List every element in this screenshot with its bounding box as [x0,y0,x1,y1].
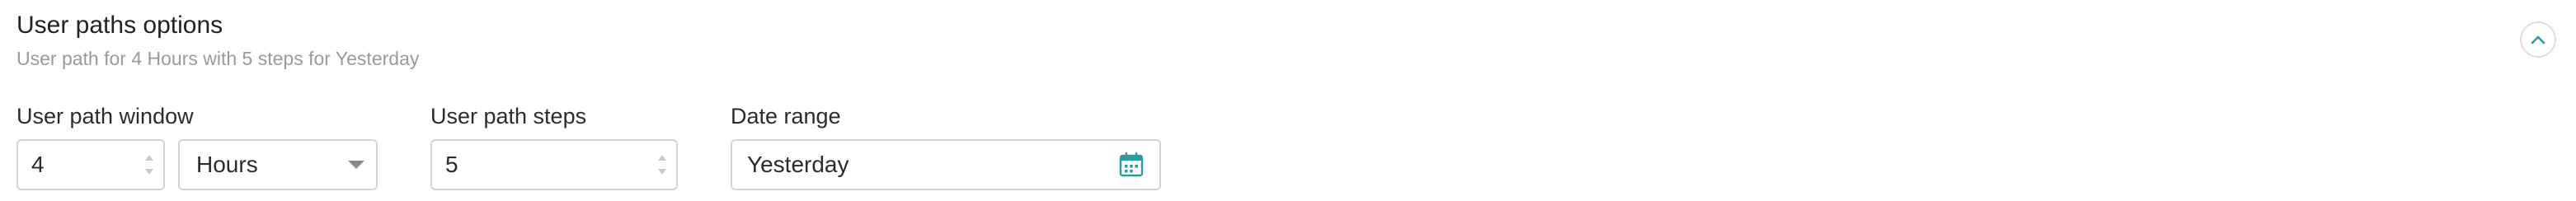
chevron-up-icon [2531,35,2545,44]
user-paths-options-panel: User paths options User path for 4 Hours… [0,0,2576,201]
user-path-window-label: User path window [16,104,194,129]
panel-subtitle: User path for 4 Hours with 5 steps for Y… [16,48,420,69]
spinner-arrows-icon[interactable] [143,152,155,177]
panel-title: User paths options [16,12,223,39]
window-value-stepper[interactable]: 4 [16,139,165,190]
window-value: 4 [31,152,45,177]
calendar-icon[interactable] [1118,152,1145,178]
spinner-arrows-icon[interactable] [656,152,668,177]
user-path-steps-label: User path steps [430,104,587,129]
date-range-input[interactable]: Yesterday [731,139,1161,190]
window-unit-value: Hours [196,152,258,177]
steps-value: 5 [445,152,458,177]
window-unit-select[interactable]: Hours [178,139,378,190]
dropdown-arrow-icon [348,161,364,169]
steps-value-stepper[interactable]: 5 [430,139,678,190]
date-range-label: Date range [731,104,841,129]
date-range-value: Yesterday [747,152,849,177]
collapse-button[interactable] [2520,21,2556,58]
